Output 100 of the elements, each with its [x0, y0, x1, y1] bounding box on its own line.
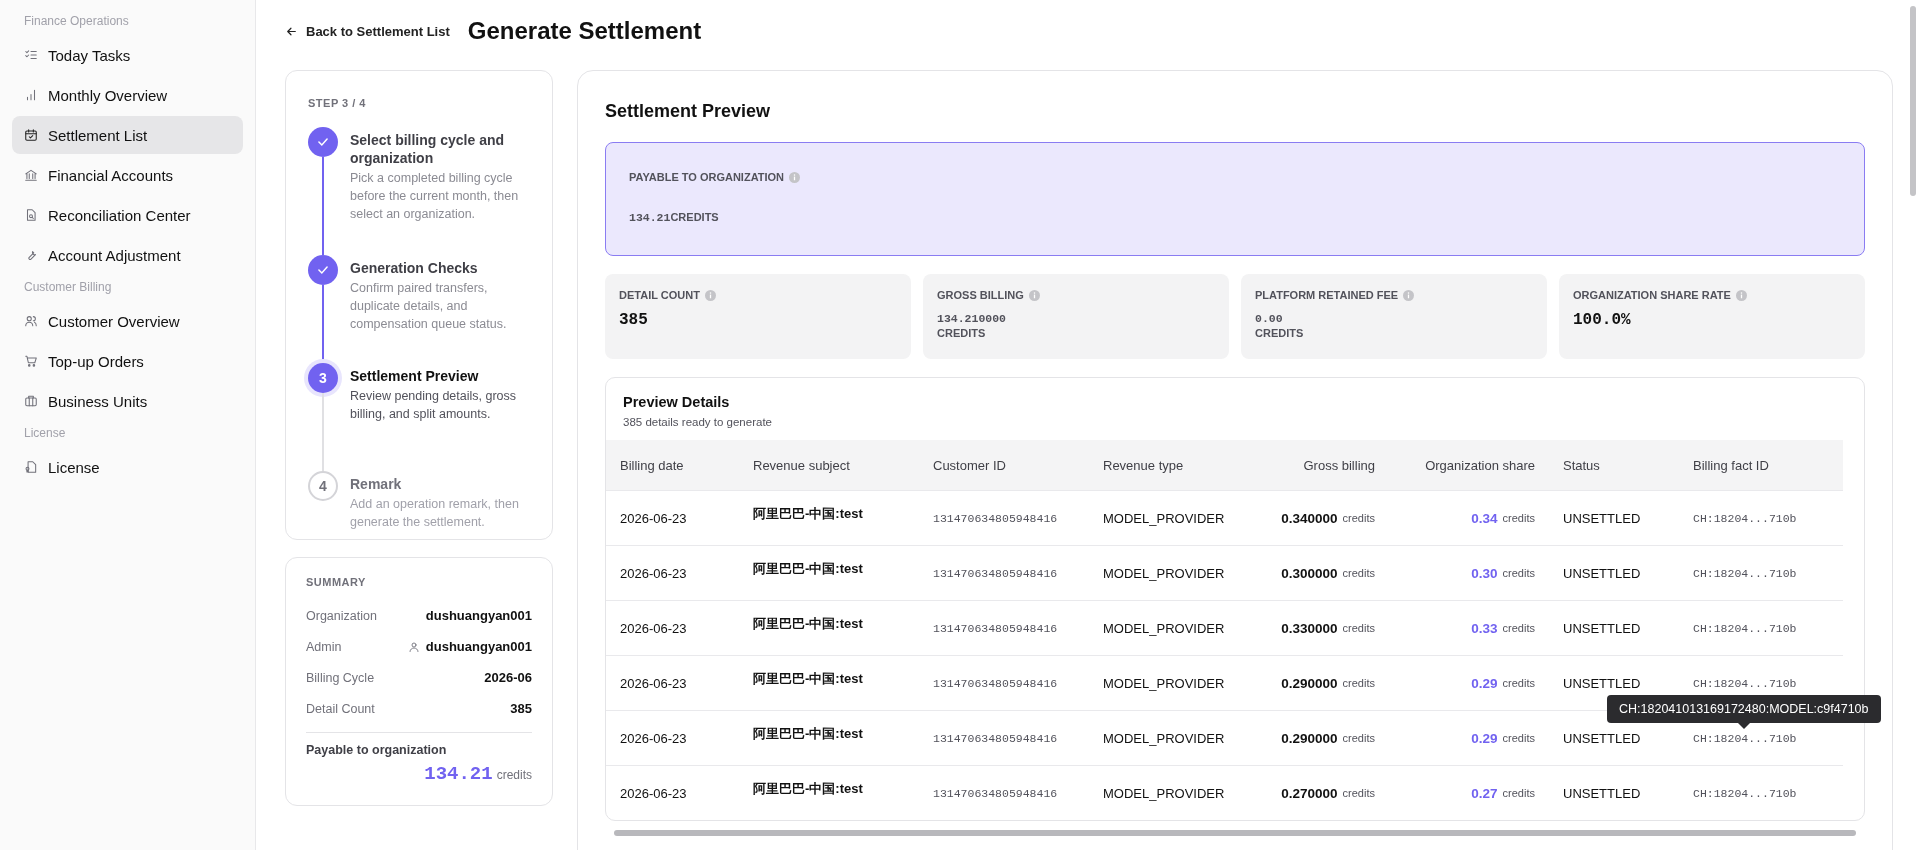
summary-value: dushuangyan001	[425, 608, 532, 623]
summary-value: dushuangyan001	[425, 639, 532, 654]
unit-label: credits	[1502, 677, 1535, 689]
bank-icon	[24, 168, 38, 182]
table-cell: 阿里巴巴-中国:test	[753, 780, 863, 798]
vertical-scrollbar[interactable]	[1910, 6, 1916, 196]
info-icon	[704, 289, 716, 301]
summary-label: Detail Count	[306, 701, 375, 716]
sidebar-section-title: License	[23, 425, 67, 442]
table-cell: 阿里巴巴-中国:test	[753, 505, 863, 523]
stat-label: ORGANIZATION SHARE RATE	[1573, 289, 1731, 301]
back-link[interactable]: Back to Settlement List	[285, 23, 450, 39]
column-header: Revenue subject	[739, 440, 919, 490]
unit-label: credits	[1342, 732, 1375, 744]
table-cell: UNSETTLED	[1549, 765, 1679, 820]
page-title: Generate Settlement	[467, 17, 702, 45]
table-cell: 131470634805948416	[933, 621, 1058, 635]
share-amount: 0.30	[1471, 565, 1498, 581]
gross-amount: 0.290000	[1281, 730, 1338, 746]
bar-chart-icon	[24, 88, 38, 102]
table-cell: CH:18204...710b	[1693, 621, 1797, 635]
step-description: Review pending details, gross billing, and split amounts.	[350, 388, 518, 423]
column-header: Status	[1549, 440, 1679, 490]
table-cell: 2026-06-23	[606, 710, 739, 765]
table-cell: CH:18204...710b	[1693, 676, 1797, 690]
step-marker: 4	[308, 471, 338, 501]
sidebar-item[interactable]: License	[12, 448, 243, 486]
step-title: Remark	[350, 475, 403, 493]
details-subtitle: 385 details ready to generate	[623, 416, 773, 428]
table-cell: CH:18204...710b	[1693, 786, 1797, 800]
share-amount: 0.29	[1471, 730, 1498, 746]
table-cell: MODEL_PROVIDER	[1089, 600, 1249, 655]
summary-value: 385	[510, 701, 532, 716]
sidebar-section-title: Finance Operations	[23, 13, 130, 30]
sidebar-item[interactable]: Today Tasks	[12, 36, 243, 74]
table-cell: 131470634805948416	[933, 676, 1058, 690]
column-header: Revenue type	[1089, 440, 1249, 490]
sidebar-item[interactable]: Financial Accounts	[12, 156, 243, 194]
unit-label: credits	[1502, 732, 1535, 744]
sidebar-item[interactable]: Settlement List	[12, 116, 243, 154]
document-search-icon	[24, 208, 38, 222]
stat-label: PAYABLE TO ORGANIZATION	[629, 171, 785, 183]
summary-label: Billing Cycle	[306, 670, 375, 685]
sidebar-item[interactable]: Reconciliation Center	[12, 196, 243, 234]
list-check-icon	[24, 48, 38, 62]
table-cell: 2026-06-23	[606, 655, 739, 710]
sidebar-item[interactable]: Top-up Orders	[12, 342, 243, 380]
sidebar-item[interactable]: Account Adjustment	[12, 236, 243, 274]
info-icon	[1403, 289, 1415, 301]
payable-amount: 134.21	[424, 763, 493, 785]
sidebar-item[interactable]: Customer Overview	[12, 302, 243, 340]
step-title: Settlement Preview	[350, 367, 480, 385]
step-description: Pick a completed billing cycle before the current month, then select an organization.	[350, 170, 520, 223]
table-cell: MODEL_PROVIDER	[1089, 765, 1249, 820]
calendar-check-icon	[24, 128, 38, 142]
gross-amount: 0.330000	[1281, 620, 1338, 636]
table-cell: 2026-06-23	[606, 490, 739, 545]
column-header: Gross billing	[1249, 440, 1389, 490]
stat-value: 134.210000	[937, 312, 1006, 325]
gross-amount: 0.300000	[1281, 565, 1338, 581]
step-description: Add an operation remark, then generate the settlement.	[350, 496, 520, 531]
payable-unit: credits	[496, 768, 532, 782]
unit-label: CREDITS	[937, 326, 987, 341]
table-cell: 131470634805948416	[933, 786, 1058, 800]
table-cell: 阿里巴巴-中国:test	[753, 560, 863, 578]
briefcase-icon	[24, 394, 38, 408]
table-cell: MODEL_PROVIDER	[1089, 655, 1249, 710]
license-file-icon	[24, 460, 38, 474]
share-amount: 0.33	[1471, 620, 1498, 636]
table-cell: UNSETTLED	[1549, 600, 1679, 655]
stat-value: 100.0%	[1573, 311, 1632, 329]
share-amount: 0.27	[1471, 785, 1498, 801]
unit-label: credits	[1502, 787, 1535, 799]
table-cell: CH:18204...710b	[1693, 566, 1797, 580]
table-cell: CH:18204...710b	[1693, 731, 1797, 745]
check-icon	[316, 263, 330, 277]
info-icon	[1028, 289, 1040, 301]
stat-value: 0.00	[1255, 312, 1283, 325]
check-icon	[316, 135, 330, 149]
gross-amount: 0.290000	[1281, 675, 1338, 691]
horizontal-scrollbar[interactable]	[614, 830, 1856, 836]
summary-label: Organization	[306, 608, 377, 623]
table-cell: 131470634805948416	[933, 731, 1058, 745]
step-counter: STEP 3 / 4	[308, 97, 367, 109]
info-icon	[1735, 289, 1747, 301]
stat-label: PLATFORM RETAINED FEE	[1255, 289, 1399, 301]
gross-amount: 0.270000	[1281, 785, 1338, 801]
step-title: Generation Checks	[350, 259, 479, 277]
unit-label: credits	[1342, 677, 1375, 689]
unit-label: credits	[1342, 567, 1375, 579]
sidebar-item[interactable]: Business Units	[12, 382, 243, 420]
users-icon	[24, 314, 38, 328]
unit-label: credits	[1502, 622, 1535, 634]
stat-label: GROSS BILLING	[937, 289, 1024, 301]
sidebar-item[interactable]: Monthly Overview	[12, 76, 243, 114]
unit-label: credits	[1342, 622, 1375, 634]
step-marker: 3	[308, 363, 338, 393]
step-description: Confirm paired transfers, duplicate details, and compensation queue status.	[350, 280, 508, 333]
gross-amount: 0.340000	[1281, 510, 1338, 526]
section-title: Settlement Preview	[605, 101, 772, 122]
